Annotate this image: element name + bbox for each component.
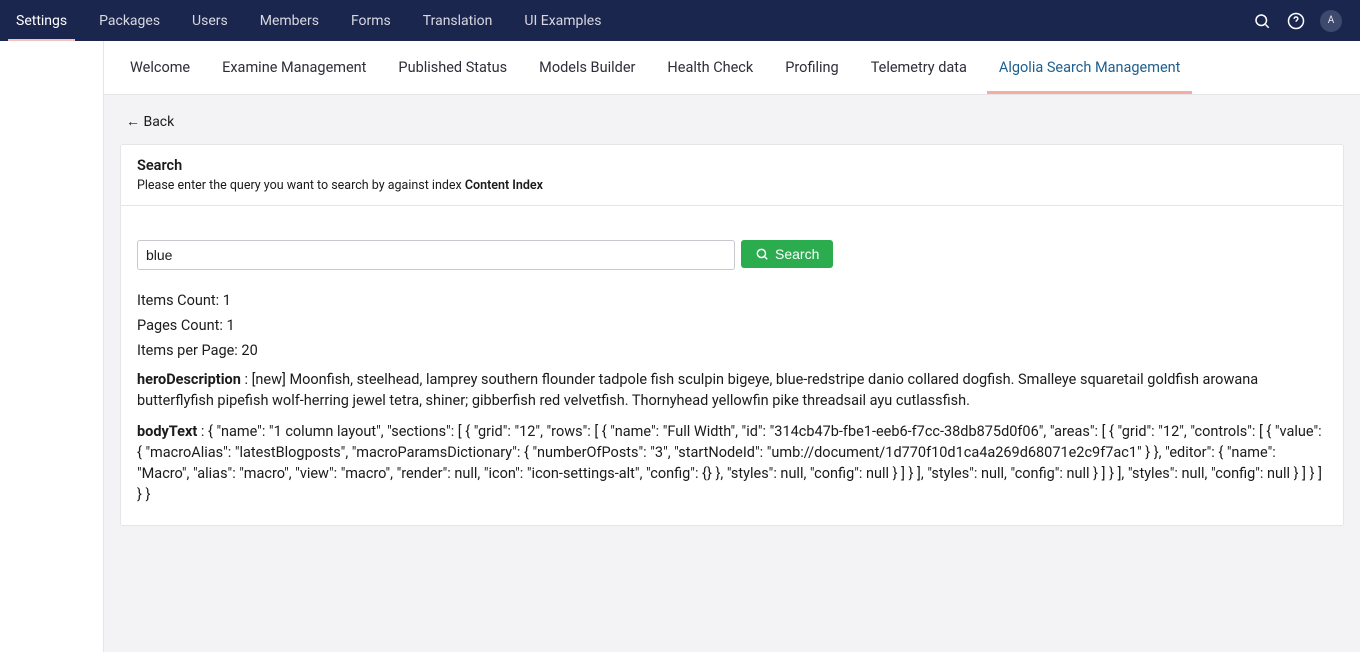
tab-examine-management[interactable]: Examine Management — [206, 41, 382, 94]
top-navbar: SettingsPackagesUsersMembersFormsTransla… — [0, 0, 1360, 41]
tab-algolia-search-management[interactable]: Algolia Search Management — [983, 41, 1197, 94]
tabs: WelcomeExamine ManagementPublished Statu… — [104, 41, 1360, 95]
topnav-item-settings[interactable]: Settings — [0, 0, 83, 41]
search-row: Search — [137, 240, 1327, 270]
topbar-right: A — [1252, 0, 1352, 41]
tab-telemetry-data[interactable]: Telemetry data — [855, 41, 983, 94]
search-icon[interactable] — [1252, 11, 1272, 31]
result-sep: : — [197, 423, 208, 440]
subtitle-pre: Please enter the query you want to searc… — [137, 178, 465, 193]
results-list: heroDescription : [new] Moonfish, steelh… — [137, 369, 1327, 505]
avatar[interactable]: A — [1320, 10, 1342, 32]
panel-header: Search Please enter the query you want t… — [121, 145, 1343, 206]
tab-profiling[interactable]: Profiling — [769, 41, 854, 94]
topnav-item-forms[interactable]: Forms — [335, 0, 407, 41]
items-count: Items Count: 1 — [137, 292, 1327, 309]
topnav-item-ui-examples[interactable]: UI Examples — [508, 0, 617, 41]
panel-title: Search — [137, 157, 1327, 174]
left-rail — [0, 41, 104, 652]
result-counts: Items Count: 1 Pages Count: 1 Items per … — [137, 292, 1327, 359]
topnav-item-packages[interactable]: Packages — [83, 0, 176, 41]
back-link[interactable]: ← Back — [126, 113, 174, 130]
help-icon[interactable] — [1286, 11, 1306, 31]
topnav-item-users[interactable]: Users — [176, 0, 244, 41]
index-name: Content Index — [465, 178, 543, 193]
search-button[interactable]: Search — [741, 240, 833, 268]
tab-welcome[interactable]: Welcome — [114, 41, 206, 94]
topnav: SettingsPackagesUsersMembersFormsTransla… — [0, 0, 1252, 41]
content-area: ← Back Search Please enter the query you… — [104, 95, 1360, 540]
search-panel: Search Please enter the query you want t… — [120, 144, 1344, 526]
result-field: bodyText — [137, 423, 197, 440]
tab-models-builder[interactable]: Models Builder — [523, 41, 651, 94]
result-value: { "name": "1 column layout", "sections":… — [137, 423, 1322, 503]
topnav-item-members[interactable]: Members — [244, 0, 335, 41]
result-field: heroDescription — [137, 371, 241, 388]
result-block: heroDescription : [new] Moonfish, steelh… — [137, 369, 1327, 411]
panel-subtitle: Please enter the query you want to searc… — [137, 178, 1327, 193]
search-icon — [755, 247, 769, 261]
items-per-page: Items per Page: 20 — [137, 342, 1327, 359]
result-block: bodyText : { "name": "1 column layout", … — [137, 421, 1327, 505]
tab-published-status[interactable]: Published Status — [382, 41, 523, 94]
result-sep: : — [241, 371, 252, 388]
topnav-item-translation[interactable]: Translation — [407, 0, 509, 41]
search-input[interactable] — [137, 240, 735, 270]
pages-count: Pages Count: 1 — [137, 317, 1327, 334]
panel-body: Search Items Count: 1 Pages Count: 1 Ite… — [121, 206, 1343, 525]
result-value: [new] Moonfish, steelhead, lamprey south… — [137, 371, 1258, 409]
tab-health-check[interactable]: Health Check — [651, 41, 769, 94]
search-button-label: Search — [775, 246, 819, 262]
